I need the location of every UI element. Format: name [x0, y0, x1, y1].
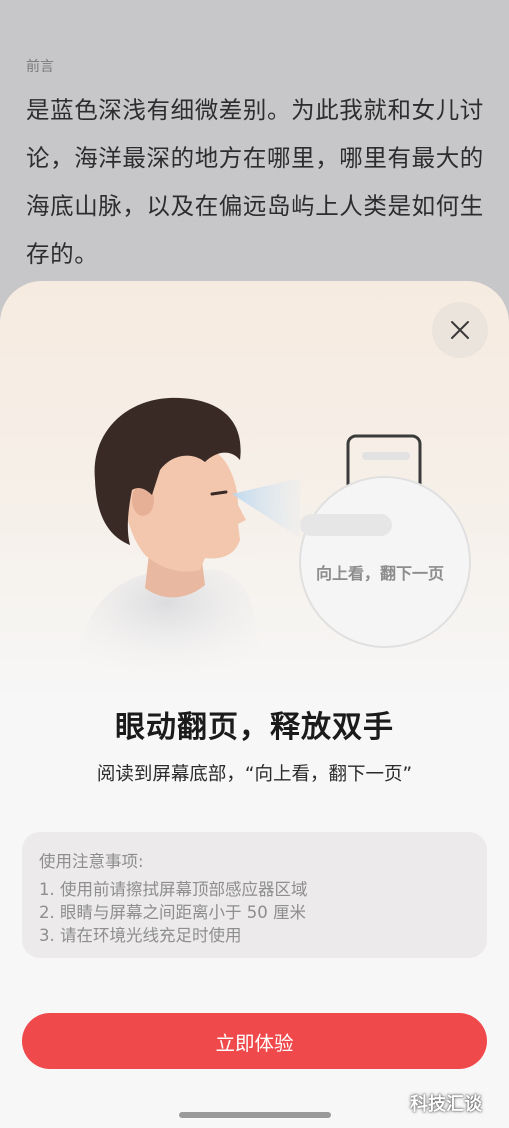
eye-tracking-illustration [75, 397, 471, 680]
try-now-button[interactable]: 立即体验 [22, 1013, 487, 1069]
reader-paragraph: 是蓝色深浅有细微差别。为此我就和女儿讨论，海洋最深的地方在哪里，哪里有最大的海底… [26, 96, 484, 268]
home-indicator[interactable] [179, 1112, 331, 1118]
sheet-subtitle: 阅读到屏幕底部，“向上看，翻下一页” [96, 764, 413, 785]
usage-notes-card: 使用注意事项: 1. 使用前请擦拭屏幕顶部感应器区域 2. 眼睛与屏幕之间距离小… [22, 832, 487, 958]
usage-note-item: 2. 眼睛与屏幕之间距离小于 50 厘米 [39, 903, 306, 922]
usage-note-item: 1. 使用前请擦拭屏幕顶部感应器区域 [39, 880, 308, 899]
reader-page: 前言 是蓝色深浅有细微差别。为此我就和女儿讨论，海洋最深的地方在哪里，哪里有最大… [0, 0, 509, 300]
usage-notes-title: 使用注意事项: [39, 852, 144, 871]
close-icon [451, 321, 469, 339]
usage-note-item: 3. 请在环境光线充足时使用 [39, 926, 242, 945]
watermark: 科技汇谈 [410, 1094, 482, 1115]
sheet-title: 眼动翻页，释放双手 [115, 710, 394, 745]
illustration-caption: 向上看，翻下一页 [315, 564, 444, 583]
reader-section-label: 前言 [26, 59, 54, 75]
person-eye [210, 490, 228, 496]
close-button[interactable] [432, 302, 488, 358]
gaze-beam-icon [232, 478, 300, 538]
